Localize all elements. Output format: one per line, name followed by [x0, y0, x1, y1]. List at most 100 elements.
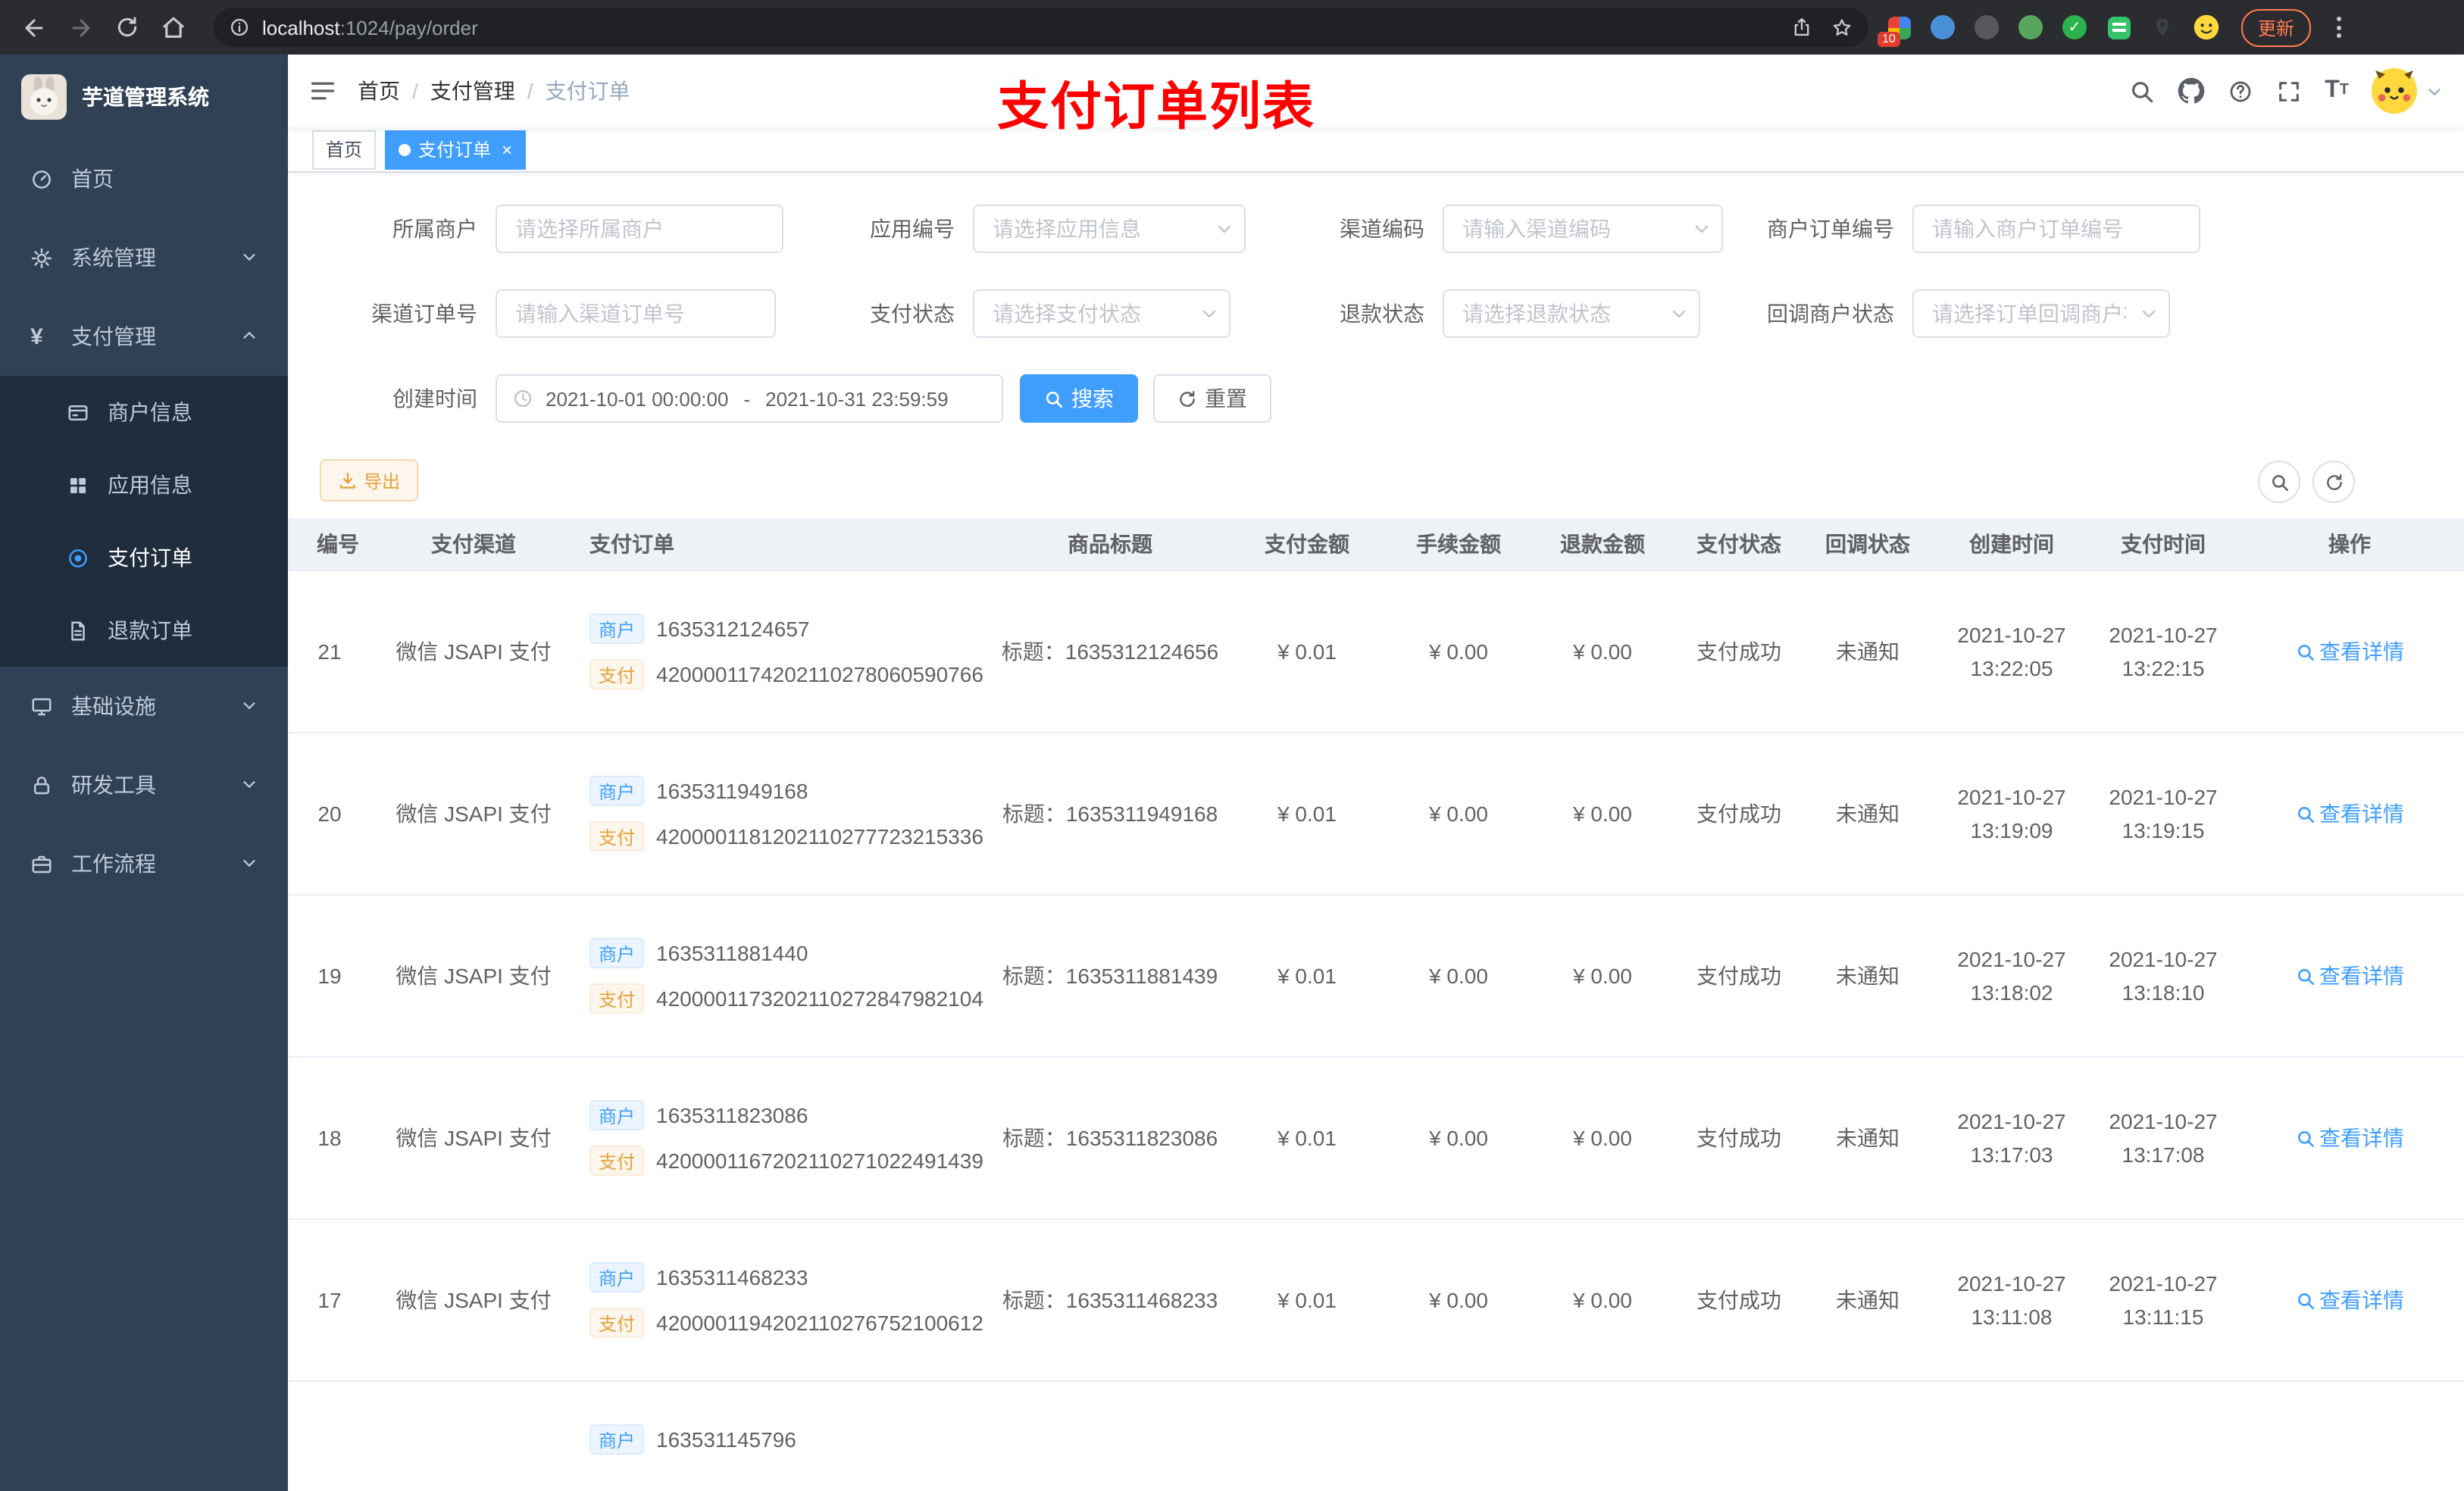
sidebar-toggle-icon[interactable] [288, 77, 358, 105]
help-icon[interactable] [2228, 78, 2253, 104]
merchant-tag: 商户 [589, 1262, 645, 1293]
pay-tag: 支付 [589, 821, 645, 852]
merchant-tag: 商户 [589, 1100, 645, 1130]
page-content: 所属商户 应用编号 渠道编码 商户订单编号 渠道订单号 [288, 173, 2464, 1491]
sidebar-item-system[interactable]: 系统管理 [0, 218, 288, 297]
toggle-search-button[interactable] [2258, 461, 2300, 503]
cell-title: 标题：1635311468233 [1002, 1288, 1218, 1312]
user-menu[interactable] [2372, 68, 2443, 114]
url-bar[interactable]: localhost:1024/pay/order [214, 8, 1868, 47]
refund-status-select[interactable] [1443, 289, 1700, 338]
extension-check-icon[interactable]: ✓ [2059, 12, 2090, 42]
fullscreen-icon[interactable] [2276, 78, 2302, 104]
share-icon[interactable] [1791, 17, 1812, 38]
sidebar-item-home[interactable]: 首页 [0, 139, 288, 218]
cell-action: 查看详情 [2235, 1220, 2464, 1380]
monitor-icon [30, 695, 53, 717]
cell-pay-status [1674, 1382, 1803, 1491]
reset-button[interactable]: 重置 [1153, 374, 1271, 423]
profile-avatar-icon[interactable] [2191, 12, 2222, 42]
filter-label: 应用编号 [870, 217, 955, 241]
column-header: 创建时间 [1969, 532, 2054, 556]
cell-create-time: 2021-10-27 13:22:05 [1957, 623, 2066, 680]
view-detail-link[interactable]: 查看详情 [2295, 636, 2404, 667]
view-detail-link[interactable]: 查看详情 [2295, 961, 2404, 991]
extensions-pin-icon[interactable] [2147, 12, 2178, 42]
cell-fee: ¥ 0.00 [1429, 1288, 1488, 1312]
sidebar-item-refund-order[interactable]: 退款订单 [0, 594, 288, 667]
search-button[interactable]: 搜索 [1020, 374, 1138, 423]
filter-label: 支付状态 [870, 302, 955, 326]
cell-action: 查看详情 [2235, 1058, 2464, 1218]
breadcrumb: 首页 / 支付管理 / 支付订单 [358, 76, 630, 106]
home-icon[interactable] [161, 14, 186, 40]
reload-icon[interactable] [115, 15, 139, 39]
browser-menu-icon[interactable] [2331, 17, 2347, 38]
channel-pay-no: 4200001181202110277723215336 [656, 824, 983, 849]
export-button[interactable]: 导出 [320, 459, 419, 502]
view-detail-link[interactable]: 查看详情 [2295, 1285, 2404, 1315]
extension-chat-icon[interactable] [2103, 12, 2134, 42]
tab-close-icon[interactable]: × [499, 140, 512, 158]
sidebar-item-label: 支付订单 [108, 545, 192, 570]
cell-id: 19 [317, 964, 342, 988]
channel-code-select[interactable] [1443, 205, 1723, 253]
extension-green-icon[interactable] [2015, 12, 2046, 42]
site-info-icon[interactable] [229, 17, 250, 38]
sidebar-item-label: 基础设施 [71, 694, 156, 718]
merchant-order-no: 1635312124657 [656, 617, 810, 641]
browser-update-button[interactable]: 更新 [2241, 8, 2312, 46]
breadcrumb-pay[interactable]: 支付管理 [430, 76, 515, 106]
sidebar-item-label: 商户信息 [108, 400, 192, 424]
filter-label: 回调商户状态 [1767, 302, 1894, 326]
cell-refund: ¥ 0.00 [1573, 802, 1632, 826]
refresh-table-button[interactable] [2312, 461, 2355, 503]
extension-badge: 10 [1878, 32, 1900, 47]
bookmark-star-icon[interactable] [1831, 16, 1853, 39]
breadcrumb-home[interactable]: 首页 [358, 76, 400, 106]
extension-colorful-icon[interactable]: 10 [1878, 12, 1914, 47]
cell-title: 标题：1635311823086 [1002, 1126, 1218, 1150]
cell-pay-status: 支付成功 [1696, 964, 1781, 988]
tab-home[interactable]: 首页 [312, 130, 377, 169]
cell-pay-order: 商户 1635312124657 支付 42000011742021102780… [576, 571, 993, 732]
filter-pay-status: 支付状态 [788, 289, 1230, 338]
table-row: 17 微信 JSAPI 支付 商户 1635311468233 支付 42000… [288, 1220, 2464, 1382]
view-detail-link[interactable]: 查看详情 [2295, 1123, 2404, 1153]
cell-channel: 微信 JSAPI 支付 [396, 1126, 552, 1150]
back-icon[interactable] [21, 14, 47, 40]
extension-blue-icon[interactable] [1928, 12, 1958, 42]
filter-label: 创建时间 [392, 386, 477, 411]
font-size-icon[interactable]: TT [2325, 78, 2349, 103]
search-icon[interactable] [2129, 78, 2155, 104]
extension-dark-icon[interactable] [1972, 12, 2002, 42]
sidebar-item-pay-order[interactable]: 支付订单 [0, 521, 288, 594]
sidebar-item-label: 应用信息 [108, 473, 192, 497]
cell-title: 标题：1635312124656 [1001, 639, 1219, 664]
notify-status-select[interactable] [1912, 289, 2170, 338]
github-icon[interactable] [2178, 77, 2205, 105]
sidebar-item-label: 系统管理 [71, 245, 156, 270]
forward-icon[interactable] [68, 14, 94, 40]
sidebar-item-devtools[interactable]: 研发工具 [0, 746, 288, 824]
channel-order-input[interactable] [496, 289, 776, 338]
browser-nav [15, 14, 199, 40]
app-select[interactable] [973, 205, 1246, 253]
merchant-order-input[interactable] [1912, 205, 2200, 253]
sidebar-item-workflow[interactable]: 工作流程 [0, 824, 288, 903]
sidebar-item-app-info[interactable]: 应用信息 [0, 449, 288, 521]
sidebar-submenu-pay: 商户信息 应用信息 支付订单 退款订单 [0, 376, 288, 667]
pay-status-select[interactable] [973, 289, 1230, 338]
view-detail-link[interactable]: 查看详情 [2295, 799, 2404, 829]
sidebar-item-pay[interactable]: ¥ 支付管理 [0, 297, 288, 376]
sidebar-item-label: 支付管理 [71, 324, 156, 349]
sidebar-item-infra[interactable]: 基础设施 [0, 667, 288, 746]
tab-pay-order[interactable]: 支付订单 × [385, 130, 527, 169]
app-logo[interactable]: 芋道管理系统 [0, 55, 288, 139]
sidebar-item-merchant-info[interactable]: 商户信息 [0, 376, 288, 449]
filter-notify-status: 回调商户状态 [1697, 289, 2170, 338]
merchant-order-no: 1635311823086 [656, 1103, 808, 1127]
merchant-select[interactable] [496, 205, 783, 253]
sidebar-item-label: 首页 [71, 167, 114, 191]
date-range-picker[interactable]: 2021-10-01 00:00:00 - 2021-10-31 23:59:5… [496, 374, 1003, 423]
